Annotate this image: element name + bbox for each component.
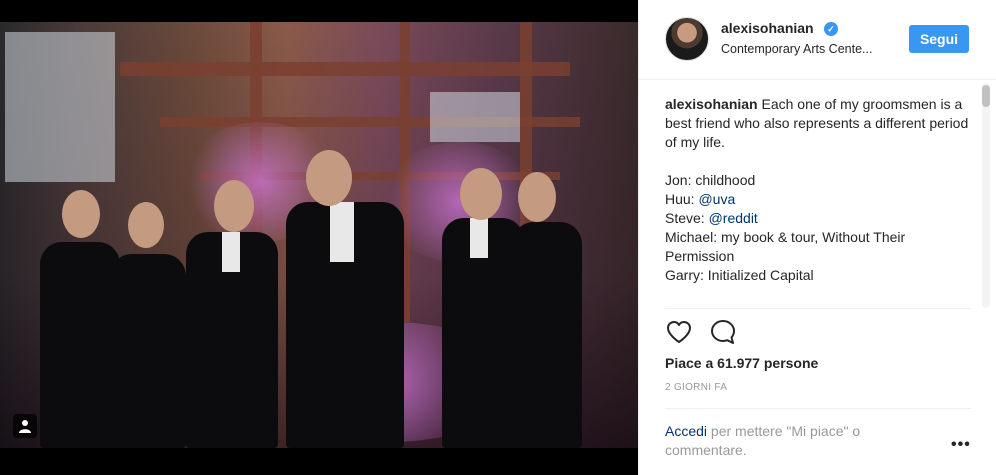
caption-scrollbar[interactable] [982, 83, 990, 308]
user-tag-icon [19, 420, 31, 433]
username-link[interactable]: alexisohanian [721, 20, 814, 36]
caption-username-link[interactable]: alexisohanian [665, 96, 758, 112]
comment-button[interactable] [709, 318, 737, 346]
window [430, 92, 520, 142]
person [110, 254, 186, 448]
like-button[interactable] [665, 318, 693, 346]
caption-line-prefix: Huu: [665, 191, 699, 207]
heart-icon [667, 321, 691, 343]
post-header: alexisohanian ✓ Contemporary Arts Cente.… [639, 0, 996, 80]
divider [665, 408, 971, 409]
verified-badge-icon: ✓ [824, 22, 838, 36]
caption: alexisohanian Each one of my groomsmen i… [665, 95, 975, 285]
post-sidebar: alexisohanian ✓ Contemporary Arts Cente.… [638, 0, 996, 475]
post-photo[interactable] [0, 22, 638, 448]
location-link[interactable]: Contemporary Arts Cente... [721, 42, 896, 56]
person-head [62, 190, 100, 238]
divider [665, 308, 971, 309]
person-head [460, 168, 502, 220]
beam [120, 62, 570, 76]
person-head [518, 172, 556, 222]
follow-button[interactable]: Segui [909, 25, 969, 53]
person [512, 222, 582, 448]
person-head [306, 150, 352, 206]
window [5, 32, 115, 182]
caption-line: Jon: childhood [665, 172, 756, 188]
post-timestamp[interactable]: 2 GIORNI FA [665, 382, 727, 393]
shirt [470, 218, 488, 258]
login-prompt: Accedi per mettere "Mi piace" o commenta… [665, 422, 925, 460]
user-tag-button[interactable] [13, 414, 37, 438]
comment-bubble-icon [711, 320, 735, 344]
shirt [222, 232, 240, 272]
shirt [330, 202, 354, 262]
avatar[interactable] [665, 17, 709, 61]
person-head [128, 202, 164, 248]
caption-line: Garry: Initialized Capital [665, 267, 814, 283]
scrollbar-thumb[interactable] [982, 85, 990, 107]
caption-line-prefix: Steve: [665, 210, 709, 226]
person-head [214, 180, 254, 232]
caption-area: alexisohanian Each one of my groomsmen i… [665, 95, 975, 307]
post-actions [665, 318, 737, 348]
person [40, 242, 120, 448]
post-photo-pane [0, 0, 638, 475]
caption-line: Michael: my book & tour, Without Their P… [665, 229, 906, 264]
more-options-button[interactable]: ••• [951, 436, 971, 454]
mention-link[interactable]: @uva [698, 191, 735, 207]
mention-link[interactable]: @reddit [709, 210, 758, 226]
caption-line: Huu: @uva [665, 190, 975, 209]
like-count[interactable]: Piace a 61.977 persone [665, 355, 818, 371]
login-link[interactable]: Accedi [665, 423, 707, 439]
caption-line: Steve: @reddit [665, 209, 975, 228]
